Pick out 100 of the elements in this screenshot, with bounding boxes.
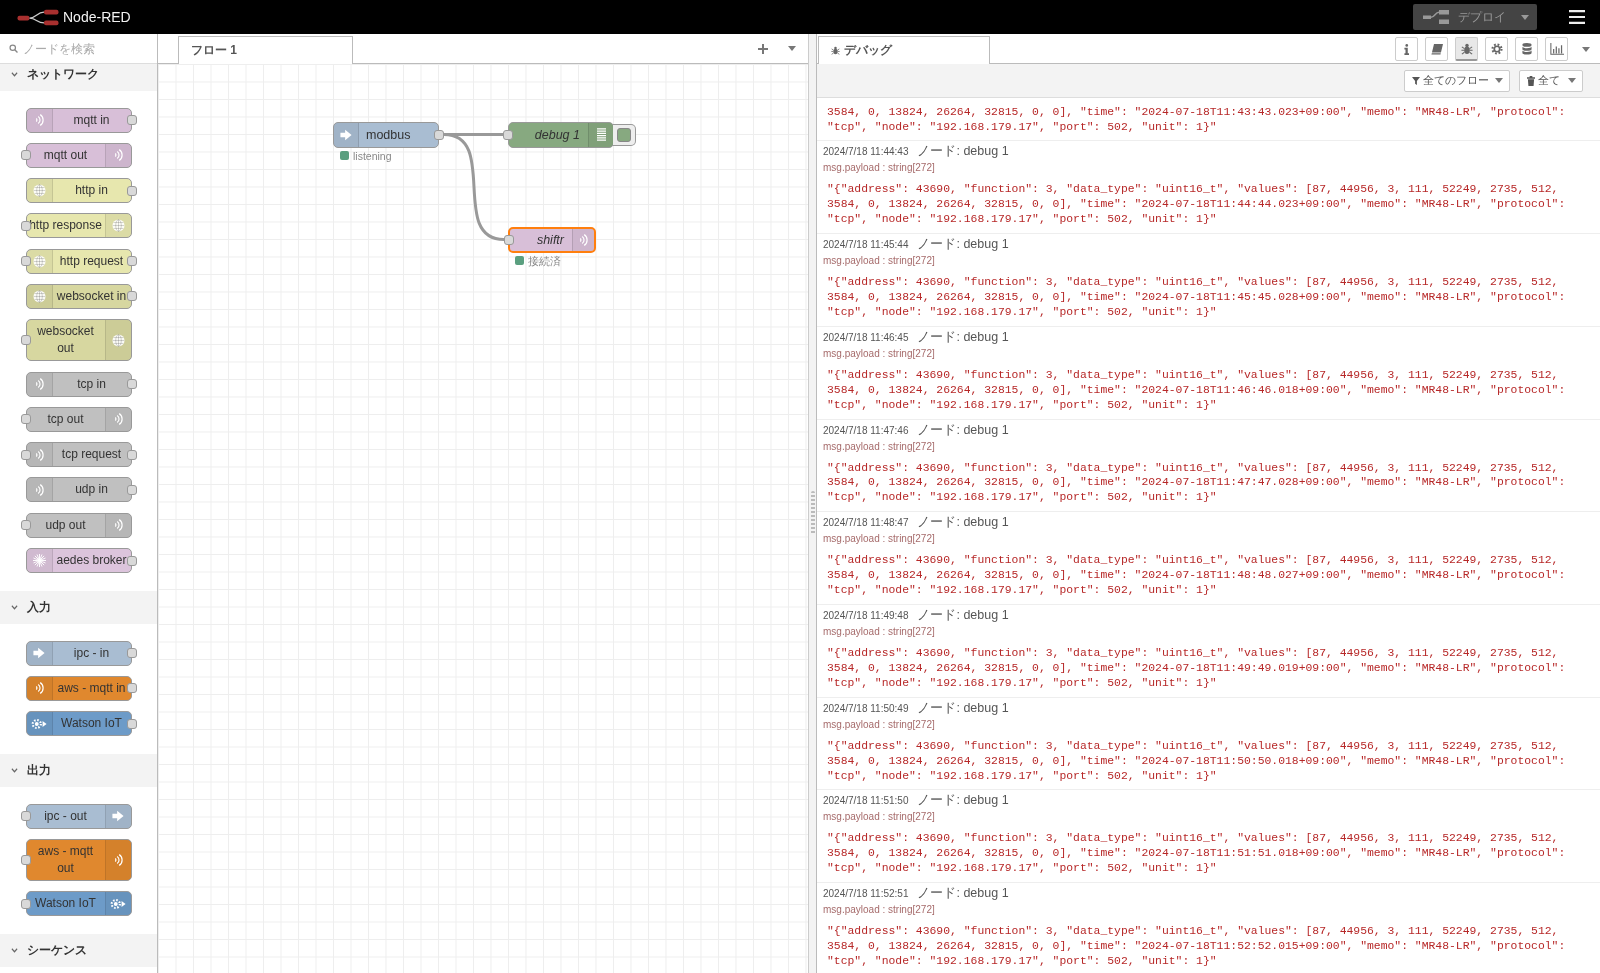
settings-icon (1490, 43, 1503, 55)
search-icon (9, 44, 18, 53)
arrow-icon (112, 810, 124, 823)
app-title: Node-RED (63, 8, 131, 26)
sidebar-tab-button[interactable] (1545, 37, 1568, 61)
message-type: msg.payload : string[272] (823, 439, 935, 454)
port-handle[interactable] (504, 234, 514, 245)
bar-chart-icon (1549, 43, 1564, 55)
message-source[interactable]: ノード: debug 1 (917, 515, 1009, 530)
sidebar-tab-button[interactable] (1455, 37, 1478, 61)
status-text: 接続済 (528, 253, 561, 268)
caret-icon (1521, 14, 1529, 20)
deploy-icon (1423, 10, 1449, 24)
category-header[interactable]: ネットワーク (0, 64, 157, 91)
sidebar-tab-button[interactable] (1485, 37, 1508, 61)
sidebar-tab-button[interactable] (1425, 37, 1448, 61)
message-payload: 3584, 0, 13824, 26264, 32815, 0, 0], "time": "2024-07-18T11:43:43.023+09:00", "memo": "MR48-LR", "protocol": "tcp", "node": "192.168.179.17", "port": 502, "unit": 1}" (827, 104, 1567, 135)
port-handle (20, 854, 31, 865)
message-type: msg.payload : string[272] (823, 810, 935, 825)
flow-tab[interactable]: フロー 1 (178, 36, 353, 64)
message-source[interactable]: ノード: debug 1 (917, 329, 1009, 344)
signal-waves-icon (113, 852, 123, 867)
status-text: listening (353, 148, 392, 163)
message-source[interactable]: ノード: debug 1 (917, 793, 1009, 808)
category-header[interactable]: 出力 (0, 754, 157, 788)
trash-icon (1527, 75, 1535, 86)
message-source[interactable]: ノード: debug 1 (917, 144, 1009, 159)
signal-waves-icon (34, 113, 44, 127)
plus-icon (758, 43, 768, 54)
bug-icon (1460, 42, 1473, 55)
sidebar-tab-button[interactable] (1395, 37, 1418, 61)
port-handle[interactable] (503, 129, 513, 140)
wire[interactable] (443, 133, 505, 241)
message-source[interactable]: ノード: debug 1 (917, 237, 1009, 252)
gear-arrow-icon (31, 717, 47, 730)
message-source[interactable]: ノード: debug 1 (917, 608, 1009, 622)
message-time: 2024/7/18 11:45:44 (823, 238, 909, 253)
starburst-icon (32, 554, 46, 568)
sidebar-tab-button[interactable] (1515, 37, 1538, 61)
message-source[interactable]: ノード: debug 1 (917, 886, 1009, 901)
message-type: msg.payload : string[272] (823, 532, 935, 547)
info-icon (1404, 43, 1409, 55)
message-payload: "{"address": 43690, "function": 3, "data_type": "uint16_t", "values": [87, 44956, 3, 111, 52249, 2735, 512, 3584, 0, 13824, 26264, 32815, 0, 0], "time": "2024-07-18T11:51:51.018+09:00", "memo": "MR48-LR", "protocol": "tcp", "node": "192.168.179.17", "port": 502, "unit": 1}" (827, 831, 1567, 877)
list-icon (596, 128, 606, 141)
caret-icon (1582, 46, 1590, 52)
globe-icon (111, 333, 125, 347)
port-handle (20, 414, 31, 425)
message-type: msg.payload : string[272] (823, 625, 935, 639)
category-header[interactable]: 入力 (0, 591, 157, 625)
caret-icon (1568, 78, 1576, 83)
message-payload: "{"address": 43690, "function": 3, "data_type": "uint16_t", "values": [87, 44956, 3, 111, 52249, 2735, 512, 3584, 0, 13824, 26264, 32815, 0, 0], "time": "2024-07-18T11:50:50.018+09:00", "memo": "MR48-LR", "protocol": "tcp", "node": "192.168.179.17", "port": 502, "unit": 1}" (827, 738, 1567, 784)
arrow-icon (33, 647, 45, 660)
resize-handle[interactable] (810, 491, 815, 535)
globe-icon (32, 290, 46, 303)
database-icon (1521, 43, 1532, 55)
message-time: 2024/7/18 11:44:43 (823, 145, 909, 160)
clear-messages-button[interactable]: 全て (1519, 69, 1583, 92)
signal-waves-icon (113, 412, 123, 427)
port-handle (20, 898, 31, 909)
search-field[interactable]: ノードを検索 (23, 37, 151, 60)
message-time: 2024/7/18 11:50:49 (823, 701, 909, 716)
message-source[interactable]: ノード: debug 1 (917, 422, 1009, 437)
globe-icon (111, 219, 125, 233)
flow-filter-dropdown[interactable]: 全てのフロー (1404, 69, 1510, 92)
message-time: 2024/7/18 11:49:48 (823, 609, 909, 623)
caret-icon (1495, 78, 1503, 83)
message-payload: "{"address": 43690, "function": 3, "data_type": "uint16_t", "values": [87, 44956, 3, 111, 52249, 2735, 512, 3584, 0, 13824, 26264, 32815, 0, 0], "time": "2024-07-18T11:49:49.019+09:00", "memo": "MR48-LR", "protocol": "tcp", "node": "192.168.179.17", "port": 502, "unit": 1}" (827, 646, 1567, 691)
port-handle (20, 520, 31, 531)
signal-waves-icon (113, 518, 123, 533)
signal-waves-icon (34, 377, 44, 392)
message-payload: "{"address": 43690, "function": 3, "data_type": "uint16_t", "values": [87, 44956, 3, 111, 52249, 2735, 512, 3584, 0, 13824, 26264, 32815, 0, 0], "time": "2024-07-18T11:44:44.023+09:00", "memo": "MR48-LR", "protocol": "tcp", "node": "192.168.179.17", "port": 502, "unit": 1}" (827, 182, 1567, 228)
signal-waves-icon (34, 681, 44, 696)
debug-tab[interactable]: デバッグ (818, 36, 990, 64)
signal-waves-icon (34, 482, 44, 497)
message-time: 2024/7/18 11:47:46 (823, 423, 909, 438)
message-payload: "{"address": 43690, "function": 3, "data_type": "uint16_t", "values": [87, 44956, 3, 111, 52249, 2735, 512, 3584, 0, 13824, 26264, 32815, 0, 0], "time": "2024-07-18T11:47:47.028+09:00", "memo": "MR48-LR", "protocol": "tcp", "node": "192.168.179.17", "port": 502, "unit": 1}" (827, 460, 1567, 506)
filter-icon (1412, 76, 1420, 85)
message-source[interactable]: ノード: debug 1 (917, 700, 1009, 715)
debug-toggle-button[interactable] (613, 123, 636, 146)
port-handle (20, 811, 31, 822)
message-type: msg.payload : string[272] (823, 346, 935, 361)
bug-icon (831, 46, 840, 55)
port-handle (20, 335, 31, 346)
message-time: 2024/7/18 11:48:47 (823, 516, 909, 531)
message-time: 2024/7/18 11:52:51 (823, 887, 909, 902)
message-type: msg.payload : string[272] (823, 717, 935, 732)
caret-icon (788, 46, 796, 51)
message-payload: "{"address": 43690, "function": 3, "data_type": "uint16_t", "values": [87, 44956, 3, 111, 52249, 2735, 512, 3584, 0, 13824, 26264, 32815, 0, 0], "time": "2024-07-18T11:46:46.018+09:00", "memo": "MR48-LR", "protocol": "tcp", "node": "192.168.179.17", "port": 502, "unit": 1}" (827, 367, 1567, 413)
port-handle[interactable] (434, 129, 444, 140)
menu-icon (1569, 10, 1585, 24)
globe-icon (32, 254, 46, 268)
message-payload: "{"address": 43690, "function": 3, "data_type": "uint16_t", "values": [87, 44956, 3, 111, 52249, 2735, 512, 3584, 0, 13824, 26264, 32815, 0, 0], "time": "2024-07-18T11:48:48.027+09:00", "memo": "MR48-LR", "protocol": "tcp", "node": "192.168.179.17", "port": 502, "unit": 1}" (827, 553, 1567, 598)
signal-waves-icon (34, 447, 44, 462)
signal-waves-icon (113, 148, 123, 163)
message-time: 2024/7/18 11:46:45 (823, 330, 909, 345)
message-type: msg.payload : string[272] (823, 254, 935, 269)
arrow-icon (340, 128, 352, 141)
message-payload: "{"address": 43690, "function": 3, "data_type": "uint16_t", "values": [87, 44956, 3, 111, 52249, 2735, 512, 3584, 0, 13824, 26264, 32815, 0, 0], "time": "2024-07-18T11:52:52.015+09:00", "memo": "MR48-LR", "protocol": "tcp", "node": "192.168.179.17", "port": 502, "unit": 1}" (827, 924, 1567, 969)
flow-canvas[interactable]: modbus listening debug 1 shiftr 接続済 (158, 64, 808, 973)
category-header[interactable]: シーケンス (0, 934, 157, 968)
